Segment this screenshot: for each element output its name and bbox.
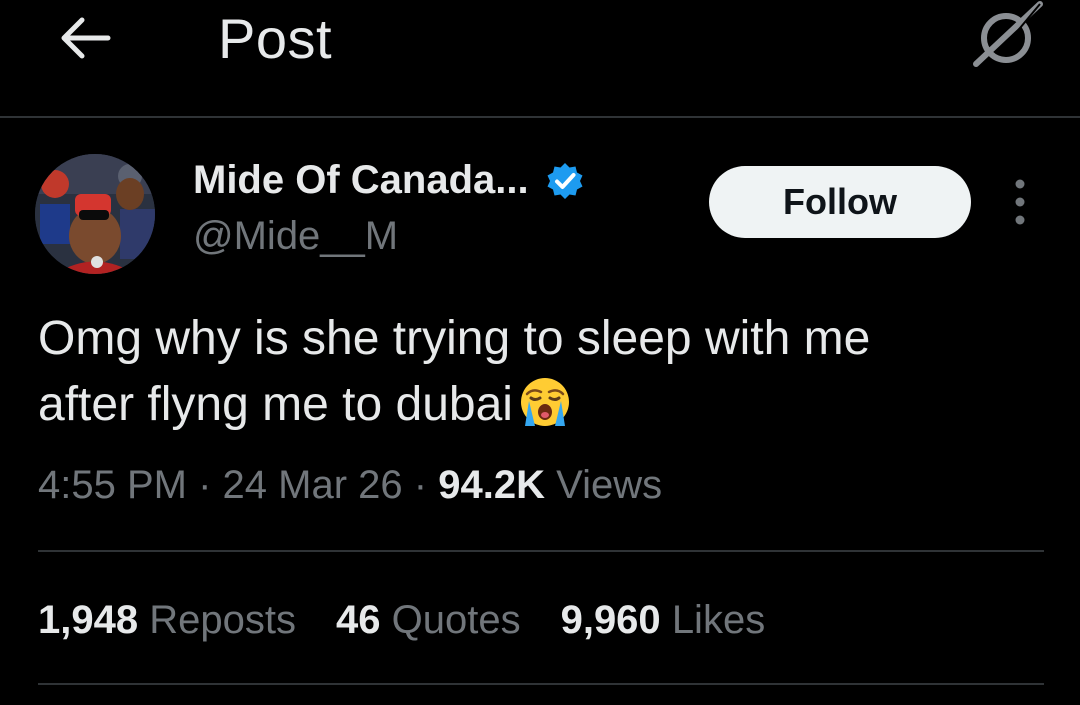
quotes-count: 46 — [335, 598, 381, 642]
arrow-left-icon — [61, 17, 111, 59]
grok-button[interactable] — [966, 0, 1050, 72]
quotes-label: Quotes — [391, 598, 521, 642]
post-text-line-1: Omg why is she trying to sleep with me — [38, 312, 871, 365]
post-text-line-2: after flyng me to dubai — [38, 378, 513, 431]
follow-button[interactable]: Follow — [709, 166, 971, 238]
more-options-button[interactable] — [1002, 176, 1038, 228]
post-metadata: 4:55 PM · 24 Mar 26 · 94.2K Views — [38, 463, 662, 508]
divider — [38, 683, 1044, 685]
avatar-image — [35, 154, 155, 274]
reposts-stat[interactable]: 1,948 Reposts — [38, 598, 296, 643]
author-display-name[interactable]: Mide Of Canada... — [193, 158, 529, 203]
likes-count: 9,960 — [560, 598, 661, 642]
post-time: 4:55 PM — [38, 463, 187, 507]
post-text: Omg why is she trying to sleep with me a… — [38, 306, 1038, 438]
likes-stat[interactable]: 9,960 Likes — [561, 598, 766, 643]
top-app-bar: Post — [0, 0, 1080, 118]
author-name-row: Mide Of Canada... — [193, 158, 585, 203]
loudly-crying-face-emoji — [520, 378, 569, 426]
back-button[interactable] — [52, 8, 116, 68]
meta-separator: · — [413, 463, 428, 507]
views-count[interactable]: 94.2K — [438, 463, 545, 507]
author-handle[interactable]: @Mide__M — [193, 214, 398, 259]
verified-badge-icon — [547, 162, 583, 199]
avatar[interactable] — [35, 154, 155, 274]
reposts-label: Reposts — [149, 598, 296, 642]
page-title: Post — [218, 7, 333, 70]
reposts-count: 1,948 — [38, 598, 139, 642]
views-label[interactable]: Views — [556, 463, 662, 507]
likes-label: Likes — [671, 598, 766, 642]
grok-icon — [973, 1, 1043, 67]
engagement-stats: 1,948 Reposts 46 Quotes 9,960 Likes — [38, 598, 765, 643]
post-date: 24 Mar 26 — [222, 463, 403, 507]
quotes-stat[interactable]: 46 Quotes — [336, 598, 521, 643]
divider — [38, 550, 1044, 552]
more-vertical-icon — [1015, 179, 1025, 225]
meta-separator: · — [198, 463, 212, 507]
